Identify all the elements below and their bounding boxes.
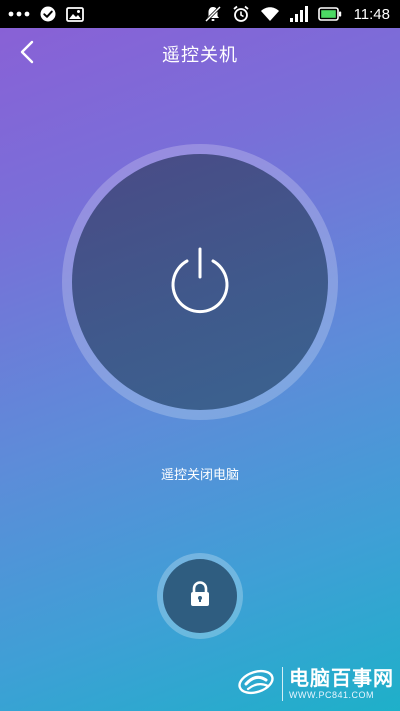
page-title: 遥控关机: [162, 45, 238, 66]
watermark: 电脑百事网 WWW.PC841.COM: [236, 665, 394, 703]
power-label: 遥控关闭电脑: [160, 468, 239, 483]
watermark-url: WWW.PC841.COM: [289, 690, 375, 700]
power-icon: [165, 245, 235, 319]
watermark-divider: [282, 667, 283, 701]
signal-icon: [289, 6, 308, 22]
status-right: 11:48: [204, 5, 390, 23]
power-button[interactable]: [72, 154, 328, 410]
check-circle-icon: [40, 6, 56, 22]
alarm-icon: [232, 5, 250, 23]
image-icon: [66, 6, 84, 22]
status-bar: 11:48: [0, 0, 400, 28]
chevron-left-icon: [20, 40, 34, 68]
watermark-name: 电脑百事网: [289, 666, 394, 690]
back-button[interactable]: [12, 38, 42, 70]
screen: 11:48 遥控关机 遥控关闭电脑 电脑百事网 WWW.PC841.COM: [0, 0, 400, 711]
battery-icon: [317, 7, 342, 21]
lock-button[interactable]: [163, 559, 237, 633]
more-dots-icon: [8, 10, 30, 18]
watermark-text: 电脑百事网 WWW.PC841.COM: [289, 668, 394, 700]
watermark-logo-icon: [236, 665, 276, 703]
mute-icon: [204, 5, 222, 23]
status-left: [8, 6, 84, 22]
lock-icon: [189, 581, 211, 611]
status-time: 11:48: [353, 5, 390, 23]
wifi-icon: [260, 6, 280, 22]
header: 遥控关机: [0, 28, 400, 80]
